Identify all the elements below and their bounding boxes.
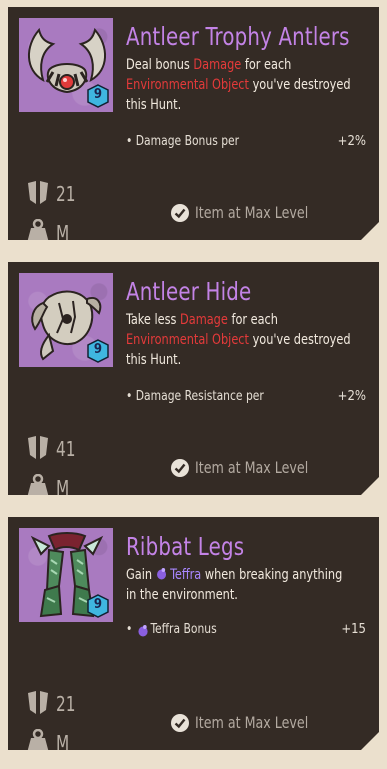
checkmark-icon — [171, 714, 189, 732]
weight-class: M — [56, 221, 70, 245]
max-level-text: Item at Max Level — [195, 713, 309, 732]
item-card-antleer-trophy-antlers[interactable]: 9 Antleer Trophy Antlers Deal bonus Dama… — [8, 7, 379, 240]
item-card-ribbat-legs[interactable]: 9 Ribbat Legs Gain Teffra when breaking … — [8, 517, 379, 750]
armor-stat: 41 — [26, 435, 106, 463]
weight-class: M — [56, 731, 70, 755]
armor-icon — [26, 180, 50, 206]
teffra-keyword: Teffra — [156, 567, 202, 583]
weight-stat: M — [26, 474, 106, 502]
level-number: 9 — [93, 597, 103, 612]
bonus-value: +2% — [337, 134, 366, 149]
damage-keyword: Damage — [193, 57, 242, 73]
weight-icon — [26, 729, 50, 755]
bonus-label: • Damage Bonus per — [126, 134, 240, 149]
level-badge: 9 — [87, 594, 109, 618]
item-title: Ribbat Legs — [126, 532, 245, 561]
teffra-icon — [156, 567, 168, 580]
item-description: Take less Damage for each Environmental … — [126, 312, 351, 368]
armor-value: 21 — [56, 182, 76, 206]
level-badge: 9 — [87, 339, 109, 363]
item-description: Deal bonus Damage for each Environmental… — [126, 57, 351, 113]
item-thumbnail: 9 — [19, 18, 113, 112]
bonus-row: • Teffra Bonus +15 — [126, 622, 372, 640]
weight-class: M — [56, 476, 70, 500]
level-number: 9 — [93, 87, 103, 102]
environmental-object-keyword: Environmental Object — [126, 77, 249, 93]
item-title: Antleer Trophy Antlers — [126, 22, 350, 51]
weight-icon — [26, 474, 50, 500]
teffra-icon — [137, 624, 149, 637]
bonus-row: • Damage Bonus per +2% — [126, 134, 372, 152]
bonus-row: • Damage Resistance per +2% — [126, 389, 372, 407]
armor-value: 41 — [56, 437, 76, 461]
damage-keyword: Damage — [180, 312, 228, 328]
armor-icon — [26, 690, 50, 716]
armor-stat: 21 — [26, 180, 106, 208]
weight-stat: M — [26, 729, 106, 757]
checkmark-icon — [171, 459, 189, 477]
item-title: Antleer Hide — [126, 277, 252, 306]
max-level-indicator: Item at Max Level — [171, 714, 351, 734]
bonus-label: • Teffra Bonus — [126, 622, 217, 637]
bonus-value: +2% — [337, 389, 366, 404]
armor-value: 21 — [56, 692, 76, 716]
max-level-indicator: Item at Max Level — [171, 204, 351, 224]
max-level-text: Item at Max Level — [195, 458, 309, 477]
level-number: 9 — [93, 342, 103, 357]
weight-icon — [26, 219, 50, 245]
item-thumbnail: 9 — [19, 273, 113, 367]
armor-stat: 21 — [26, 690, 106, 718]
bonus-label: • Damage Resistance per — [126, 389, 264, 404]
weight-stat: M — [26, 219, 106, 247]
checkmark-icon — [171, 204, 189, 222]
item-thumbnail: 9 — [19, 528, 113, 622]
environmental-object-keyword: Environmental Object — [126, 332, 249, 348]
item-card-antleer-hide[interactable]: 9 Antleer Hide Take less Damage for each… — [8, 262, 379, 495]
level-badge: 9 — [87, 84, 109, 108]
armor-icon — [26, 435, 50, 461]
max-level-indicator: Item at Max Level — [171, 459, 351, 479]
item-description: Gain Teffra when breaking anything in th… — [126, 567, 343, 603]
max-level-text: Item at Max Level — [195, 203, 309, 222]
bonus-value: +15 — [341, 622, 366, 637]
